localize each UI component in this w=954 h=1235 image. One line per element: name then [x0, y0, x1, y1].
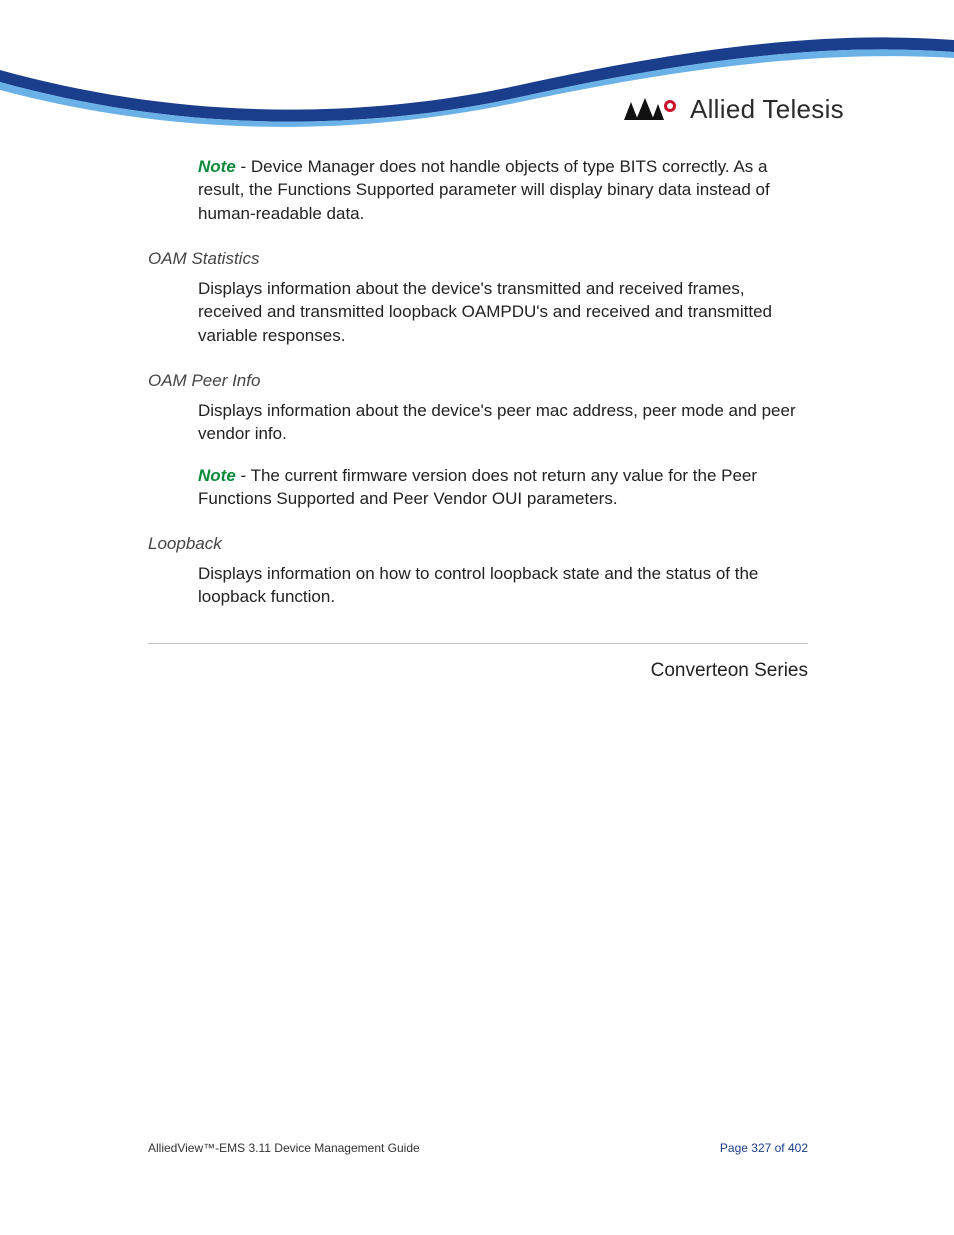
note-1-label: Note — [198, 157, 236, 176]
note-1: Note - Device Manager does not handle ob… — [148, 155, 808, 225]
note-2-text: - The current firmware version does not … — [198, 466, 757, 508]
page-content: Note - Device Manager does not handle ob… — [148, 155, 808, 684]
section-oam-peer-info-label: OAM Peer Info — [148, 369, 808, 392]
page-footer: AlliedView™-EMS 3.11 Device Management G… — [148, 1141, 808, 1155]
section-loopback-text: Displays information on how to control l… — [148, 562, 808, 609]
footer-doc-title: AlliedView™-EMS 3.11 Device Management G… — [148, 1141, 420, 1155]
section-oam-statistics-text: Displays information about the device's … — [148, 277, 808, 347]
footer-page-number: Page 327 of 402 — [720, 1141, 808, 1155]
brand-name: Allied Telesis — [690, 94, 844, 125]
note-1-text: - Device Manager does not handle objects… — [198, 157, 770, 223]
section-oam-peer-info-text: Displays information about the device's … — [148, 399, 808, 446]
brand-logo-mark — [624, 96, 680, 124]
note-2: Note - The current firmware version does… — [148, 464, 808, 511]
section-loopback-label: Loopback — [148, 532, 808, 555]
section-oam-statistics-label: OAM Statistics — [148, 247, 808, 270]
brand-logo: Allied Telesis — [624, 94, 844, 125]
note-2-label: Note — [198, 466, 236, 485]
section-title: Converteon Series — [148, 658, 808, 684]
section-divider — [148, 643, 808, 644]
